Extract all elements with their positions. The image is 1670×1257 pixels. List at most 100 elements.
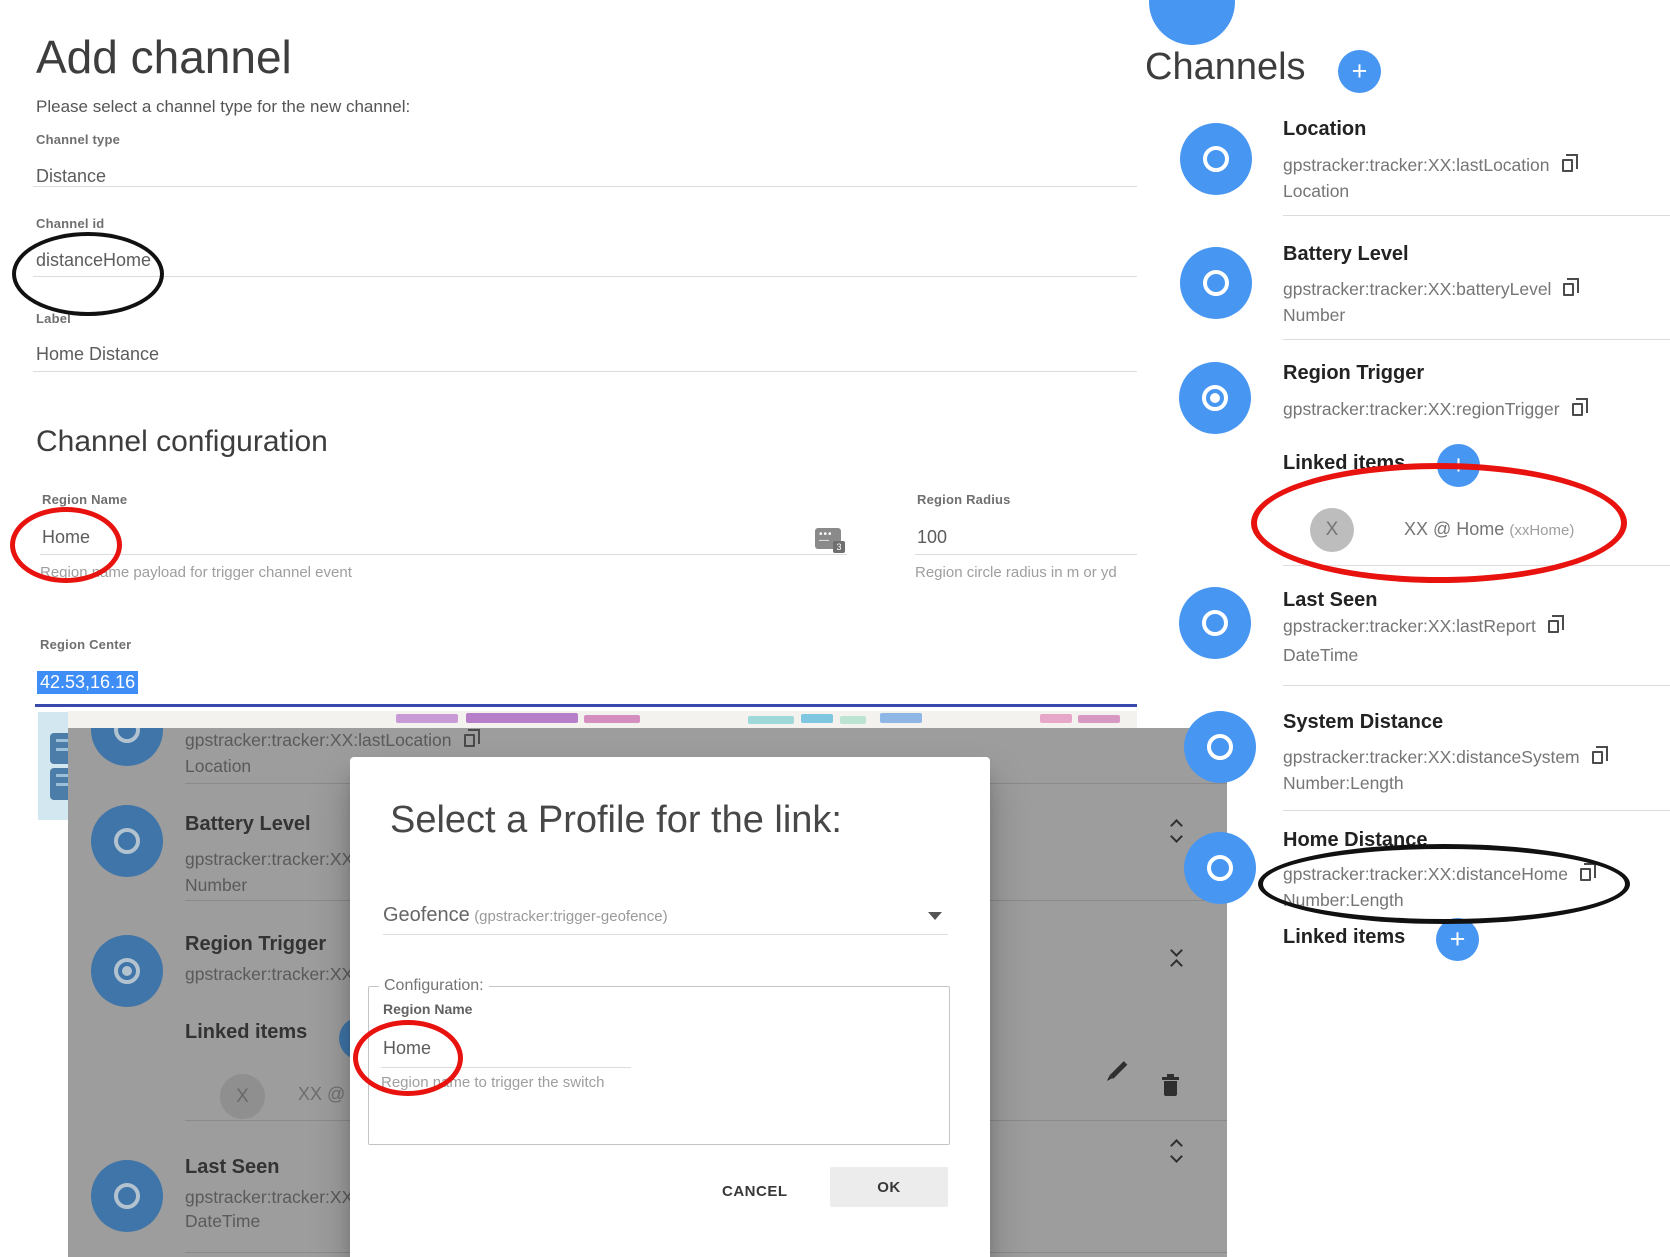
label-input[interactable]: Home Distance <box>36 344 159 365</box>
channel-type: Location <box>1283 181 1349 202</box>
channel-state-icon <box>1184 711 1256 783</box>
channel-id-input[interactable]: distanceHome <box>36 250 151 271</box>
channel-state-icon <box>91 805 163 877</box>
map-label-blob <box>466 713 578 723</box>
add-channel-button[interactable]: + <box>1338 50 1381 93</box>
region-radius-label: Region Radius <box>917 492 1011 507</box>
channel-type-select[interactable]: Distance <box>36 166 106 187</box>
channel-type: Number:Length <box>1283 773 1404 794</box>
linked-item[interactable]: XX @ Home (xxHome) <box>1404 519 1574 540</box>
linked-item-avatar: X <box>220 1074 265 1119</box>
add-link-button[interactable]: + <box>1436 918 1479 961</box>
dialog-region-name-help: Region name to trigger the switch <box>381 1074 604 1091</box>
divider <box>33 371 1137 372</box>
region-radius-help: Region circle radius in m or yd <box>915 564 1117 581</box>
channel-uid-row: gpstracker:tracker:XX:lastLocation <box>185 730 475 751</box>
divider <box>1283 215 1670 216</box>
channel-uid: gpstracker:tracker:XX:distanceHome <box>1283 864 1568 884</box>
channel-uid-row: gpstracker:tracker:XX:distanceSystem <box>1283 747 1603 768</box>
channel-title: Last Seen <box>185 1156 279 1179</box>
map-label-blob <box>396 714 458 723</box>
divider <box>381 1067 631 1068</box>
channel-state-icon <box>1180 247 1252 319</box>
channel-uid-row: gpstracker:tracker:XX:lastReport <box>1283 616 1559 637</box>
edit-link-icon <box>1110 1061 1128 1079</box>
channel-state-icon <box>1184 832 1256 904</box>
copy-icon[interactable] <box>1548 620 1559 633</box>
linked-items-heading: Linked items <box>1283 452 1405 475</box>
linked-item-avatar: X <box>1310 508 1354 552</box>
channel-title: Home Distance <box>1283 829 1428 852</box>
channel-state-icon <box>91 728 163 766</box>
dialog-region-name-label: Region Name <box>383 1001 472 1017</box>
divider <box>33 186 1137 187</box>
region-name-input[interactable]: Home <box>42 527 90 548</box>
channel-uid: gpstracker:tracker:XX:batteryLevel <box>1283 279 1551 299</box>
region-name-label: Region Name <box>42 492 127 507</box>
channel-title: Region Trigger <box>1283 362 1424 385</box>
copy-icon[interactable] <box>1580 868 1591 881</box>
collapse-row-icon <box>1172 946 1181 970</box>
map-label-blob <box>1040 714 1072 723</box>
channel-type: Location <box>185 756 251 777</box>
expand-row-icon <box>1172 1141 1181 1161</box>
channel-trigger-icon <box>1179 362 1251 434</box>
channel-uid-row: gpstracker:tracker:XX:lastLocation <box>1283 155 1573 176</box>
linked-items-heading: Linked items <box>1283 926 1405 949</box>
channel-type-label: Channel type <box>36 132 120 147</box>
label-field-label: Label <box>36 311 71 326</box>
profile-select-detail: (gpstracker:trigger-geofence) <box>474 908 667 925</box>
dropdown-arrow-icon[interactable] <box>928 912 942 920</box>
map-label-blob <box>748 716 794 724</box>
dialog-title: Select a Profile for the link: <box>390 799 842 842</box>
map-edge-strip <box>68 711 1137 728</box>
page-title: Add channel <box>36 30 292 84</box>
copy-icon[interactable] <box>1572 403 1583 416</box>
copy-icon[interactable] <box>1562 159 1573 172</box>
divider <box>1283 339 1670 340</box>
cancel-button[interactable]: CANCEL <box>722 1183 788 1200</box>
linked-item-name: XX @ Home <box>1404 519 1504 539</box>
divider <box>1283 810 1670 811</box>
divider <box>1283 565 1670 566</box>
map-label-blob <box>880 713 922 723</box>
channel-id-label: Channel id <box>36 216 104 231</box>
divider <box>33 276 1137 277</box>
region-center-input[interactable]: 42.53,16.16 <box>37 671 138 694</box>
keyboard-extension-icon[interactable]: •••— 3 <box>815 528 841 549</box>
expand-row-icon <box>1172 821 1181 841</box>
linked-item-suffix: (xxHome) <box>1509 522 1574 539</box>
focused-underline <box>35 704 1137 707</box>
annotation-black-ellipse-channel-id <box>12 232 164 316</box>
section-heading: Channel configuration <box>36 425 328 459</box>
profile-select[interactable]: Geofence (gpstracker:trigger-geofence) <box>383 904 668 927</box>
channel-state-icon <box>1179 587 1251 659</box>
channel-title: Last Seen <box>1283 589 1377 612</box>
channel-state-icon <box>91 1160 163 1232</box>
add-link-button[interactable]: + <box>1437 444 1480 487</box>
map-label-blob <box>1078 715 1120 723</box>
region-center-label: Region Center <box>40 637 131 652</box>
copy-icon[interactable] <box>1592 751 1603 764</box>
channel-uid: gpstracker:tracker:XX:distanceSystem <box>1283 747 1580 767</box>
profile-select-value: Geofence <box>383 904 470 926</box>
keyboard-badge: 3 <box>833 541 845 553</box>
channel-uid-row: gpstracker:tracker:XX:regionTrigger <box>1283 399 1583 420</box>
map-label-blob <box>801 714 833 723</box>
map-label-blob <box>584 715 640 723</box>
panel-title: Channels <box>1145 46 1306 89</box>
ok-button[interactable]: OK <box>830 1167 948 1207</box>
channel-type: DateTime <box>185 1211 260 1232</box>
divider <box>40 554 847 555</box>
channel-type: DateTime <box>1283 645 1358 666</box>
divider <box>915 554 1137 555</box>
dialog-region-name-input[interactable]: Home <box>383 1038 431 1059</box>
copy-icon[interactable] <box>1563 283 1574 296</box>
channel-title: Region Trigger <box>185 933 326 956</box>
channel-trigger-icon <box>91 935 163 1007</box>
region-radius-input[interactable]: 100 <box>917 527 947 548</box>
channel-uid-row: gpstracker:tracker:XX:distanceHome <box>1283 864 1591 885</box>
channel-uid: gpstracker:tracker:XX:lastLocation <box>1283 155 1550 175</box>
configuration-legend: Configuration: <box>379 977 489 995</box>
channel-uid-row: gpstracker:tracker:XX:batteryLevel <box>1283 279 1574 300</box>
